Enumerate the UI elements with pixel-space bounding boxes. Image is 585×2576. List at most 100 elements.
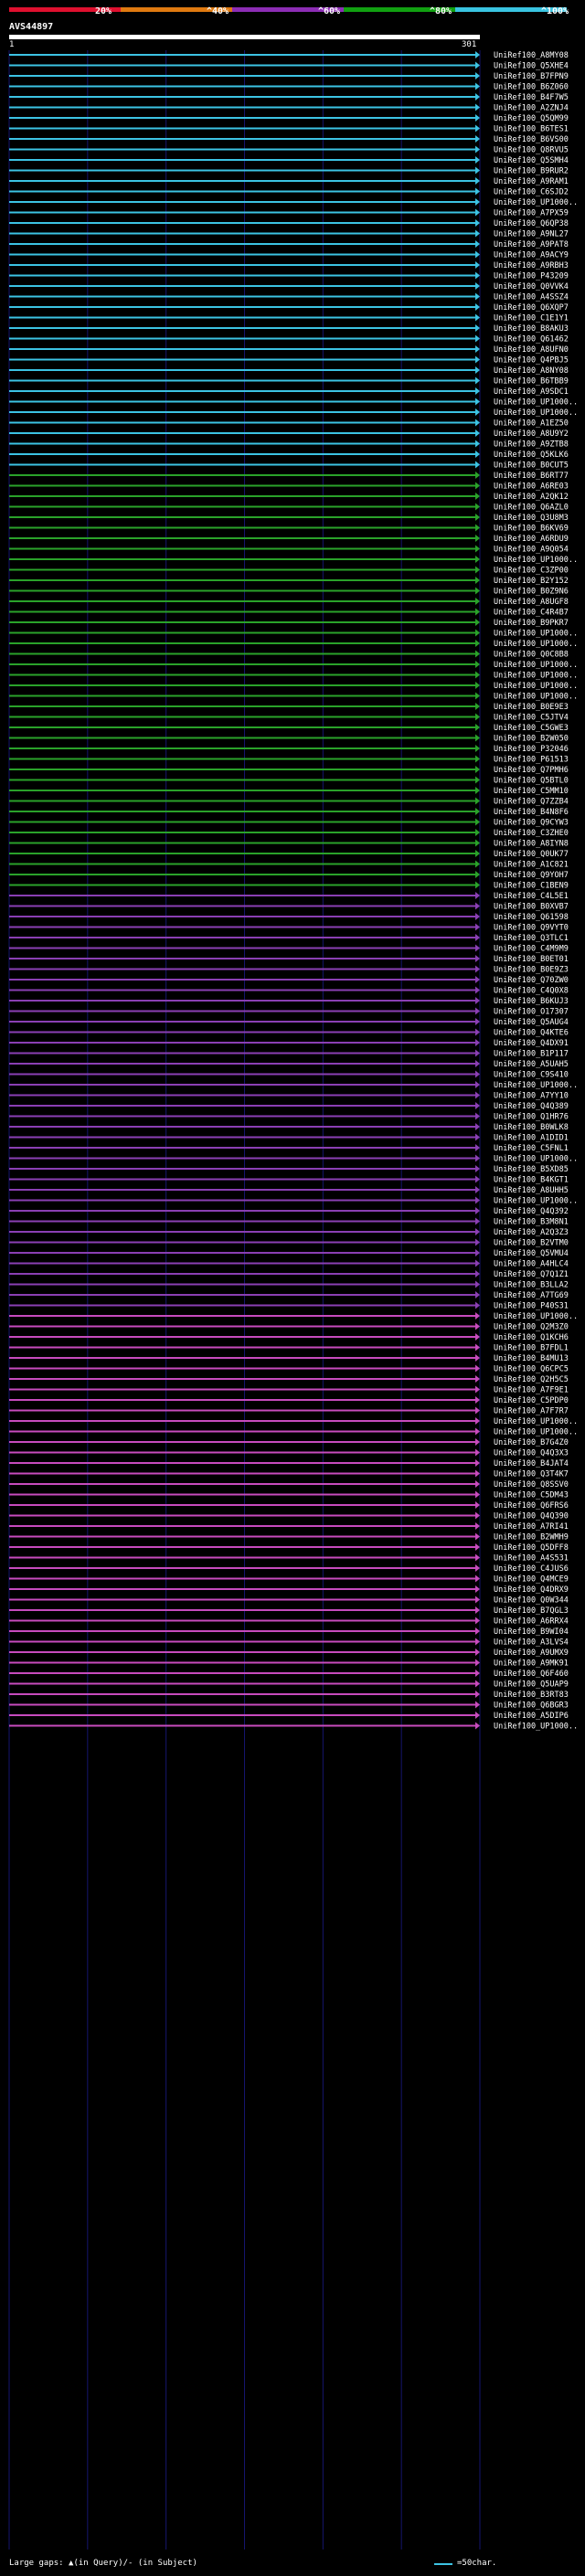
hit-arrow [475, 198, 480, 206]
hit-arrow [475, 808, 480, 815]
hit-label: UniRef100_B0CUT5 [494, 461, 569, 471]
hit-arrow [475, 1712, 480, 1719]
hit-label: UniRef100_UP1000.. [494, 693, 578, 702]
hit-label: UniRef100_Q5UAP9 [494, 1680, 569, 1690]
hit-label: UniRef100_Q2M3Z0 [494, 1323, 569, 1332]
hit-label: UniRef100_Q5XHE4 [494, 62, 569, 71]
hit-arrow [475, 229, 480, 238]
hit-arrow [475, 1249, 480, 1256]
hit-arrow [475, 1343, 480, 1352]
hit-label: UniRef100_UP1000.. [494, 1312, 578, 1321]
hit-label: UniRef100_P43209 [494, 272, 569, 281]
hit-label: UniRef100_Q9CYW3 [494, 819, 569, 828]
hit-arrow [475, 818, 480, 826]
hit-label: UniRef100_C4Q0X8 [494, 987, 569, 996]
hit-arrow [475, 1722, 480, 1730]
hit-label: UniRef100_A9RBH3 [494, 261, 569, 270]
hit-label: UniRef100_A8UFN0 [494, 345, 569, 355]
hit-label: UniRef100_A8MY08 [494, 51, 569, 60]
hit-label: UniRef100_Q6QP38 [494, 219, 569, 228]
hit-arrow [475, 271, 480, 280]
hit-label: UniRef100_UP1000.. [494, 1428, 578, 1437]
hit-label: UniRef100_B0Z9N6 [494, 588, 569, 597]
hit-arrow [475, 1501, 480, 1509]
hit-label: UniRef100_A1C821 [494, 861, 569, 870]
hit-arrow [475, 556, 480, 563]
hit-arrow [475, 1354, 480, 1362]
hit-arrow [475, 1028, 480, 1036]
hit-arrow [475, 292, 480, 301]
hit-label: UniRef100_P61513 [494, 756, 569, 765]
hit-label: UniRef100_P32046 [494, 745, 569, 754]
hit-arrow [475, 451, 480, 458]
hit-arrow [475, 871, 480, 878]
hit-label: UniRef100_UP1000.. [494, 672, 578, 681]
hit-label: UniRef100_Q7Q1Z1 [494, 1270, 569, 1279]
hit-arrow [475, 850, 480, 857]
hit-label: UniRef100_C5JTV4 [494, 714, 569, 723]
hit-arrow [475, 1364, 480, 1373]
hit-arrow [475, 514, 480, 521]
hit-label: UniRef100_A8UHH5 [494, 1186, 569, 1195]
hit-arrow [475, 1564, 480, 1572]
hit-label: UniRef100_B6Z060 [494, 83, 569, 92]
hit-arrow [475, 1638, 480, 1646]
hit-label: UniRef100_Q0UK77 [494, 850, 569, 859]
hit-arrow [475, 145, 480, 154]
hit-label: UniRef100_B4KGT1 [494, 1176, 569, 1185]
hit-label: UniRef100_O17307 [494, 1008, 569, 1017]
hit-label: UniRef100_Q0C8B8 [494, 651, 569, 660]
hit-label: UniRef100_A9Q054 [494, 546, 569, 555]
hit-label: UniRef100_Q2H5C5 [494, 1375, 569, 1384]
hit-arrow [475, 860, 480, 868]
footer-gaps-legend: Large gaps: ▲(in Query)/- (in Subject) [9, 2559, 197, 2568]
hit-arrow [475, 1417, 480, 1425]
hit-arrow [475, 682, 480, 689]
hit-label: UniRef100_B6VS00 [494, 135, 569, 144]
hit-arrow [475, 1490, 480, 1499]
hit-label: UniRef100_UP1000.. [494, 398, 578, 408]
hit-label: UniRef100_B0E9E3 [494, 703, 569, 712]
hit-arrow [475, 1691, 480, 1698]
hit-arrow [475, 1543, 480, 1551]
hit-label: UniRef100_B2W050 [494, 735, 569, 744]
hit-label: UniRef100_Q9VYT0 [494, 924, 569, 933]
hit-arrow [475, 1333, 480, 1341]
hit-label: UniRef100_A6RRX4 [494, 1617, 569, 1627]
hit-label: UniRef100_A8NY08 [494, 366, 569, 376]
hit-label: UniRef100_Q0VVK4 [494, 282, 569, 292]
hit-label: UniRef100_Q7PMH6 [494, 766, 569, 775]
hit-arrow [475, 1186, 480, 1193]
hit-arrow [475, 1606, 480, 1614]
hit-label: UniRef100_Q61462 [494, 335, 569, 345]
hit-label: UniRef100_Q5QM99 [494, 114, 569, 123]
hit-label: UniRef100_B4MU13 [494, 1354, 569, 1363]
hit-label: UniRef100_A1EZ50 [494, 419, 569, 429]
hit-arrow [475, 1217, 480, 1225]
hit-label: UniRef100_A2ZNJ4 [494, 104, 569, 113]
hit-arrow [475, 545, 480, 553]
hit-arrow [475, 619, 480, 626]
hit-label: UniRef100_B7G4Z0 [494, 1438, 569, 1447]
hit-label: UniRef100_A9PAT8 [494, 240, 569, 249]
hit-arrow [475, 1385, 480, 1394]
hit-label: UniRef100_C1BEN9 [494, 882, 569, 891]
hit-arrow [475, 124, 480, 133]
hit-label: UniRef100_Q4KTE6 [494, 1029, 569, 1038]
hit-label: UniRef100_A4HLC4 [494, 1260, 569, 1269]
hit-label: UniRef100_UP1000.. [494, 556, 578, 565]
hit-label: UniRef100_A5DIP6 [494, 1712, 569, 1721]
hit-arrow [475, 997, 480, 1004]
hit-label: UniRef100_A7PX59 [494, 209, 569, 218]
hit-arrow [475, 1259, 480, 1267]
hit-label: UniRef100_A9RAM1 [494, 177, 569, 186]
hit-arrow [475, 1680, 480, 1688]
hit-label: UniRef100_B6KV69 [494, 525, 569, 534]
hit-label: UniRef100_UP1000.. [494, 630, 578, 639]
hit-arrow [475, 1133, 480, 1141]
hit-arrow [475, 1627, 480, 1635]
hit-label: UniRef100_B6KUJ3 [494, 997, 569, 1006]
hit-arrow [475, 482, 480, 490]
hit-arrow [475, 1039, 480, 1046]
hit-arrow [475, 766, 480, 773]
